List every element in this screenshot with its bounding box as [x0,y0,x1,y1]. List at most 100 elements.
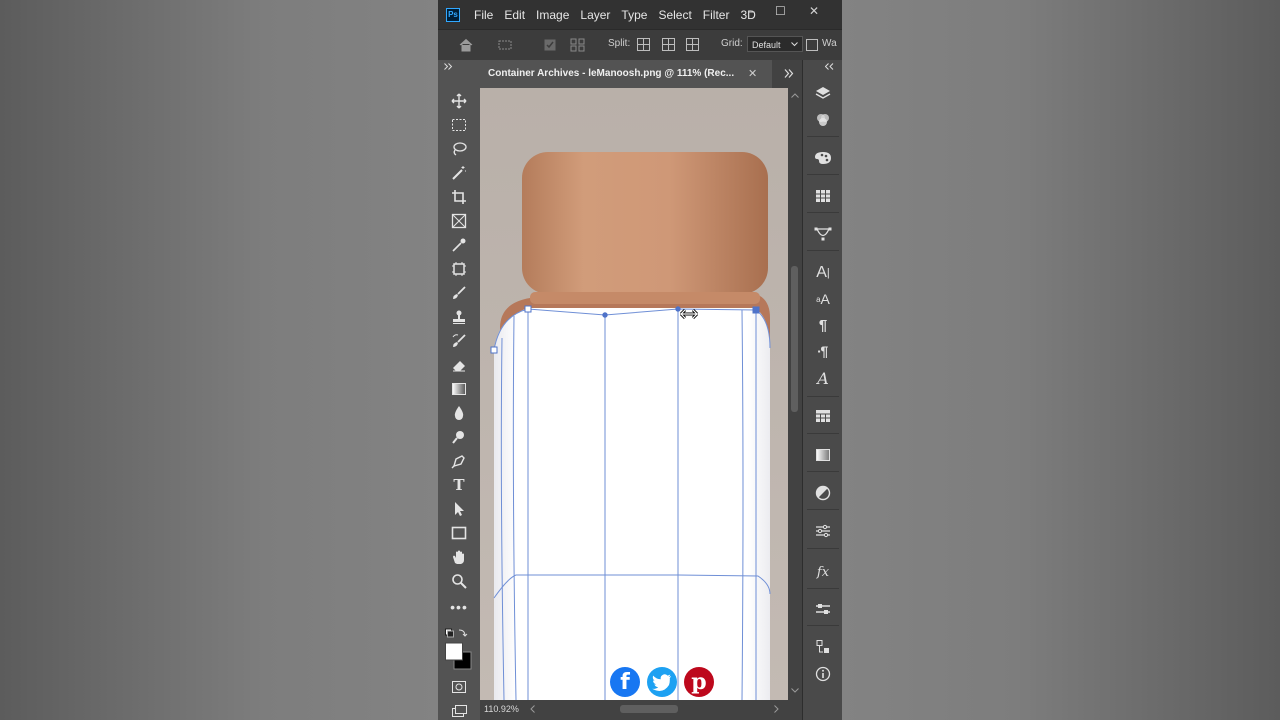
eyedropper-icon[interactable] [449,236,469,254]
close-button[interactable]: ✕ [809,4,819,18]
libraries-icon[interactable] [813,600,833,618]
zoom-level[interactable]: 110.92% [484,704,519,714]
history-brush-icon[interactable] [449,332,469,350]
paragraph-styles-icon[interactable]: ▪ ¶ [813,342,833,360]
info-icon[interactable] [813,665,833,683]
collapse-dock-icon[interactable] [825,63,834,70]
document-canvas[interactable]: f p [480,88,788,700]
collapse-toolbar-icon[interactable] [444,63,453,70]
blur-icon[interactable] [449,404,469,422]
dock-separator [807,396,839,397]
patch-icon[interactable] [449,260,469,278]
lasso-icon[interactable] [449,140,469,158]
styles-icon[interactable]: fx [813,563,833,581]
warp-label: Wa [822,38,837,49]
dock-separator [807,433,839,434]
adjustments-icon[interactable] [813,484,833,502]
checkbox-icon[interactable] [544,39,556,51]
dock-separator [807,136,839,137]
dock-separator [807,509,839,510]
document-tab-bar: Container Archives - leManoosh.png @ 111… [480,60,802,88]
split-label: Split: [608,38,631,49]
rectangle-icon[interactable] [449,524,469,542]
type-icon[interactable]: T [449,476,469,494]
dock-separator [807,174,839,175]
document-tab[interactable]: Container Archives - leManoosh.png @ 111… [480,60,772,88]
menu-edit[interactable]: Edit [504,8,525,22]
warp-tool-preset-icon[interactable] [497,39,513,51]
more-tools-icon[interactable]: ••• [449,598,469,616]
split-vertical-button[interactable] [662,38,675,51]
canvas-image[interactable] [480,88,788,700]
table-icon[interactable] [813,407,833,425]
marquee-icon[interactable] [449,116,469,134]
color-icon[interactable] [813,149,833,167]
grid-select[interactable]: Default [747,36,803,52]
split-horizontal-button[interactable] [686,38,699,51]
warp-points-icon[interactable] [570,38,586,52]
grid-label: Grid: [721,38,743,49]
warp-checkbox-icon[interactable] [806,39,818,51]
options-bar: Split: Grid: Default Wa [438,29,842,62]
pinterest-icon[interactable]: p [684,667,714,697]
twitter-icon[interactable] [647,667,677,697]
path-selection-icon[interactable] [449,500,469,518]
menu-filter[interactable]: Filter [703,8,730,22]
dock-separator [807,588,839,589]
menu-file[interactable]: File [474,8,493,22]
tools-panel: T ••• [438,60,481,720]
paths-icon[interactable] [813,225,833,243]
chevron-down-icon [791,42,798,47]
paragraph-icon[interactable]: ¶ [813,316,833,334]
menu-select[interactable]: Select [658,8,691,22]
scroll-left-icon[interactable] [530,705,535,713]
maximize-button[interactable]: ☐ [775,4,786,18]
minimize-button[interactable]: – [748,4,755,18]
dock-separator [807,548,839,549]
history-icon[interactable] [813,638,833,656]
facebook-icon[interactable]: f [610,667,640,697]
scroll-down-icon[interactable] [791,688,799,693]
home-icon[interactable] [458,38,474,52]
zoom-icon[interactable] [449,572,469,590]
gradients-icon[interactable] [813,446,833,464]
eraser-icon[interactable] [449,356,469,374]
close-tab-icon[interactable]: ✕ [748,60,757,88]
stamp-icon[interactable] [449,308,469,326]
grid-value: Default [752,40,781,50]
crop-icon[interactable] [449,188,469,206]
menu-bar: Ps File Edit Image Layer Type Select Fil… [438,0,842,29]
horizontal-scroll-thumb[interactable] [620,705,678,713]
hand-icon[interactable] [449,548,469,566]
properties-icon[interactable] [813,522,833,540]
scroll-right-icon[interactable] [774,705,779,713]
panel-dock: A | aA ¶ ▪ ¶ A fx [802,60,842,720]
quick-mask-icon[interactable] [449,678,469,696]
menu-layer[interactable]: Layer [580,8,610,22]
split-cross-button[interactable] [637,38,650,51]
gradient-icon[interactable] [449,380,469,398]
dock-separator [807,250,839,251]
dodge-icon[interactable] [449,428,469,446]
screen-mode-icon[interactable] [449,702,469,720]
frame-icon[interactable] [449,212,469,230]
menu-image[interactable]: Image [536,8,569,22]
ps-logo-icon: Ps [446,7,460,22]
tab-overflow-icon[interactable] [784,69,794,78]
character-icon[interactable]: A | [813,264,833,282]
vertical-scroll-thumb[interactable] [791,266,798,412]
color-swatches[interactable] [445,628,475,672]
brush-icon[interactable] [449,284,469,302]
dock-separator [807,471,839,472]
channels-icon[interactable] [813,111,833,129]
glyphs-icon[interactable]: A [813,369,833,388]
scroll-up-icon[interactable] [791,93,799,98]
menu-type[interactable]: Type [621,8,647,22]
magic-wand-icon[interactable] [449,164,469,182]
vertical-scrollbar[interactable] [788,88,802,700]
swatches-icon[interactable] [813,187,833,205]
pen-icon[interactable] [449,452,469,470]
layers-icon[interactable] [813,84,833,102]
character-styles-icon[interactable]: aA [813,290,833,308]
move-icon[interactable] [449,92,469,110]
